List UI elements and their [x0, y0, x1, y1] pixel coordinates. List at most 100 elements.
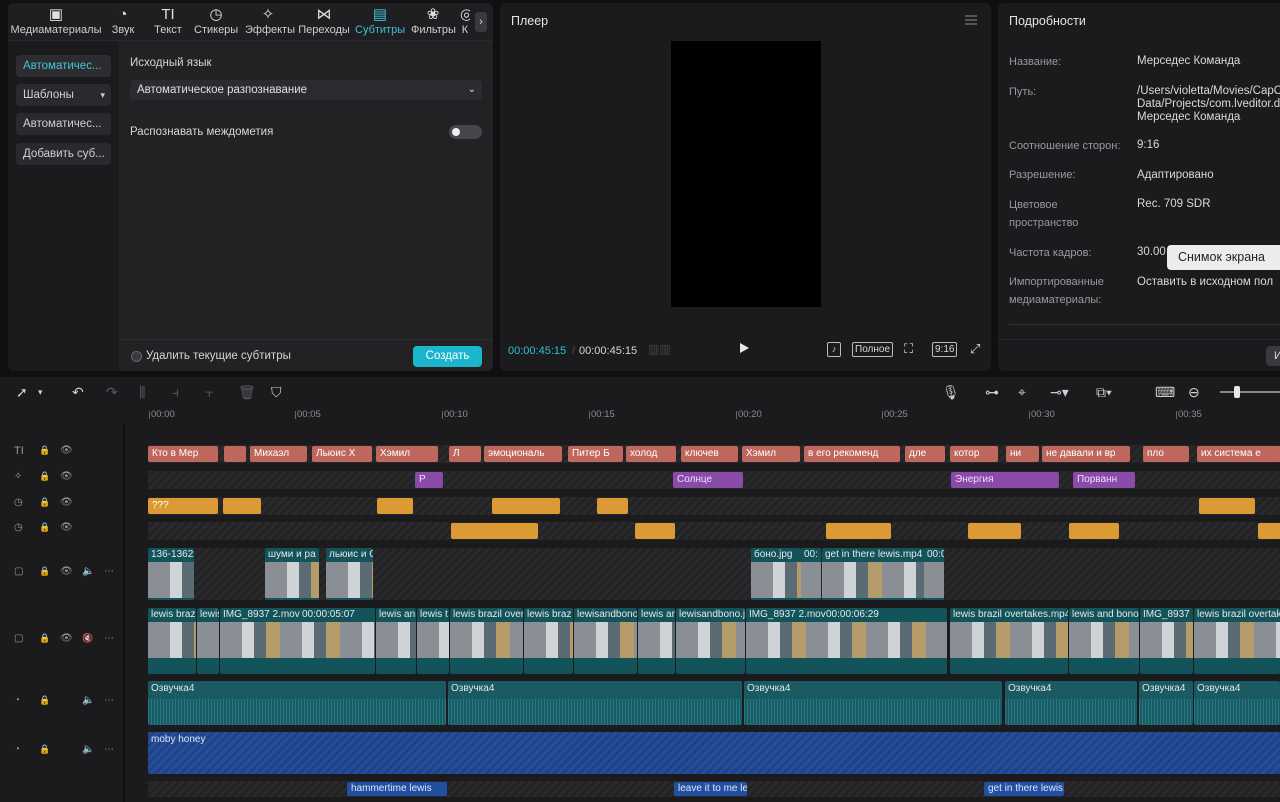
effect-clip[interactable]: Порванн — [1073, 472, 1135, 488]
voiceover-clip[interactable]: Озвучка4 — [1005, 681, 1137, 725]
preview-axis-icon[interactable]: ⧉▾ — [1096, 383, 1112, 401]
split-left-icon[interactable]: ⫞ — [172, 383, 179, 401]
sticker-clip[interactable] — [377, 498, 413, 514]
video-clip[interactable]: get in there lewis.mp4 — [822, 548, 924, 600]
lock-icon[interactable]: 🔒 — [39, 633, 50, 644]
text-clip[interactable]: холод — [626, 446, 676, 462]
lock-icon[interactable]: 🔒 — [39, 445, 50, 456]
main-video-clip[interactable]: lewis an — [376, 608, 416, 674]
delete-captions-checkbox[interactable] — [131, 351, 142, 362]
eye-icon[interactable]: 👁 — [60, 633, 73, 644]
main-video-clip[interactable]: IMG_8937 2 — [1140, 608, 1193, 674]
effect-clip[interactable]: Солнце — [673, 472, 743, 488]
tab-text[interactable]: TI Текст — [152, 6, 184, 40]
speaker-icon[interactable]: 🔈 — [82, 566, 94, 577]
sidebar-templates[interactable]: Шаблоны ▾ — [16, 84, 111, 106]
eye-icon[interactable]: 👁 — [60, 522, 73, 533]
voiceover-clip[interactable]: Озвучка4 — [1194, 681, 1280, 725]
video-clip[interactable]: льюис и С — [326, 548, 373, 600]
linkage-icon[interactable]: ⊸▾ — [1050, 383, 1069, 401]
sticker-clip[interactable] — [826, 523, 891, 539]
text-clip[interactable]: Хэмил — [742, 446, 800, 462]
mute-icon[interactable]: 🔇 — [82, 633, 93, 644]
video-clip[interactable]: боно.jpg — [751, 548, 801, 600]
speaker-icon[interactable]: 🔈 — [82, 695, 94, 706]
sticker-clip[interactable] — [635, 523, 675, 539]
main-video-clip[interactable]: lewisandbono — [574, 608, 637, 674]
more-options-icon[interactable]: ⋯ — [104, 695, 114, 706]
text-clip[interactable] — [224, 446, 246, 462]
effect-clip[interactable]: Энергия — [951, 472, 1059, 488]
text-clip[interactable]: Л — [449, 446, 481, 462]
eye-icon[interactable]: 👁 — [60, 471, 73, 482]
sticker-clip[interactable] — [1199, 498, 1255, 514]
lock-icon[interactable]: 🔒 — [39, 522, 50, 533]
text-clip[interactable]: Михаэл — [250, 446, 307, 462]
video-clip[interactable]: шуми и ра — [265, 548, 319, 600]
text-clip[interactable]: ключев — [681, 446, 738, 462]
video-clip[interactable]: 00:0 — [924, 548, 944, 600]
sticker-clip[interactable] — [451, 523, 538, 539]
video-preview[interactable] — [671, 41, 821, 307]
tab-more[interactable]: ◎ К — [460, 6, 470, 40]
voiceover-clip[interactable]: Озвучка4 — [148, 681, 446, 725]
main-video-clip[interactable]: IMG_8937 2.mov 00:00:06:29 — [746, 608, 947, 674]
snap-icon[interactable]: ⌖ — [1018, 383, 1026, 401]
video-clip[interactable]: 00: — [801, 548, 821, 600]
time-ruler[interactable]: 00:00 00:05 00:10 00:15 00:20 00:25 00:3… — [148, 407, 1280, 425]
text-clip[interactable]: их система е — [1197, 446, 1280, 462]
text-clip[interactable]: в его рекоменд — [804, 446, 900, 462]
sticker-clip[interactable] — [597, 498, 628, 514]
main-video-clip[interactable]: IMG_8937 2.mov 00:00:05:07 — [220, 608, 375, 674]
screen-icon[interactable]: ⌨ — [1155, 383, 1175, 401]
sfx-clip[interactable]: hammertime lewis — [347, 782, 447, 796]
effect-clip[interactable]: Р — [415, 472, 443, 488]
details-edit-button[interactable]: И — [1266, 346, 1280, 366]
music-clip[interactable]: moby honey — [148, 732, 1280, 774]
text-clip[interactable]: ни — [1006, 446, 1039, 462]
tabs-scroll-right-icon[interactable]: › — [475, 12, 487, 32]
sidebar-auto-captions[interactable]: Автоматичес... — [16, 55, 111, 77]
main-video-clip[interactable]: lewis and bono — [1069, 608, 1139, 674]
select-tool-icon[interactable]: ➚ — [16, 383, 28, 401]
voiceover-clip[interactable]: Озвучка4 — [1139, 681, 1193, 725]
tab-captions[interactable]: ▤ Субтитры — [355, 6, 405, 40]
tab-stickers[interactable]: ◷ Стикеры — [194, 6, 238, 40]
sticker-clip[interactable] — [492, 498, 560, 514]
zoom-slider[interactable] — [1220, 386, 1280, 398]
sticker-clip[interactable]: ??? — [148, 498, 218, 514]
lock-icon[interactable]: 🔒 — [39, 471, 50, 482]
menu-icon[interactable] — [965, 15, 977, 25]
lock-icon[interactable]: 🔒 — [39, 695, 50, 706]
text-clip[interactable]: пло — [1143, 446, 1189, 462]
tab-filters[interactable]: ❀ Фильтры — [411, 6, 456, 40]
chevron-down-icon[interactable]: ▾ — [38, 383, 43, 401]
voiceover-clip[interactable]: Озвучка4 — [448, 681, 742, 725]
play-icon[interactable] — [740, 343, 749, 353]
text-clip[interactable]: Кто в Мер — [148, 446, 218, 462]
lock-icon[interactable]: 🔒 — [39, 497, 50, 508]
tab-transitions[interactable]: ⋈ Переходы — [298, 6, 350, 40]
main-video-clip[interactable]: lewis brazil overtakes.mp4 — [950, 608, 1068, 674]
delete-icon[interactable]: 🗑 — [238, 383, 256, 401]
main-video-clip[interactable]: lewis braz — [148, 608, 196, 674]
more-options-icon[interactable]: ⋯ — [104, 566, 114, 577]
source-lang-select[interactable]: Автоматическое разпознавание ⌄ — [130, 80, 482, 100]
tab-media[interactable]: ▣ Медиаматериалы — [10, 6, 102, 40]
sticker-clip[interactable] — [223, 498, 261, 514]
tab-effects[interactable]: ✧ Эффекты — [245, 6, 295, 40]
text-clip[interactable]: Питер Б — [568, 446, 623, 462]
full-quality-button[interactable]: Полное — [852, 342, 894, 357]
speaker-icon[interactable]: 🔈 — [82, 744, 94, 755]
ratio-button[interactable]: 9:16 — [932, 342, 958, 357]
sidebar-add-captions[interactable]: Добавить суб... — [16, 143, 111, 165]
interjections-toggle[interactable] — [449, 125, 482, 139]
split-icon[interactable]: ⫼ — [139, 383, 145, 401]
main-video-clip[interactable]: lewisandbono.j — [676, 608, 745, 674]
main-video-clip[interactable]: lewis braz — [524, 608, 573, 674]
redo-icon[interactable]: ↷ — [106, 383, 118, 401]
more-options-icon[interactable]: ⋯ — [104, 633, 114, 644]
sidebar-auto-lyrics[interactable]: Автоматичес... — [16, 113, 111, 135]
undo-icon[interactable]: ↶ — [72, 383, 84, 401]
microphone-icon[interactable]: 🎙 — [942, 383, 960, 401]
